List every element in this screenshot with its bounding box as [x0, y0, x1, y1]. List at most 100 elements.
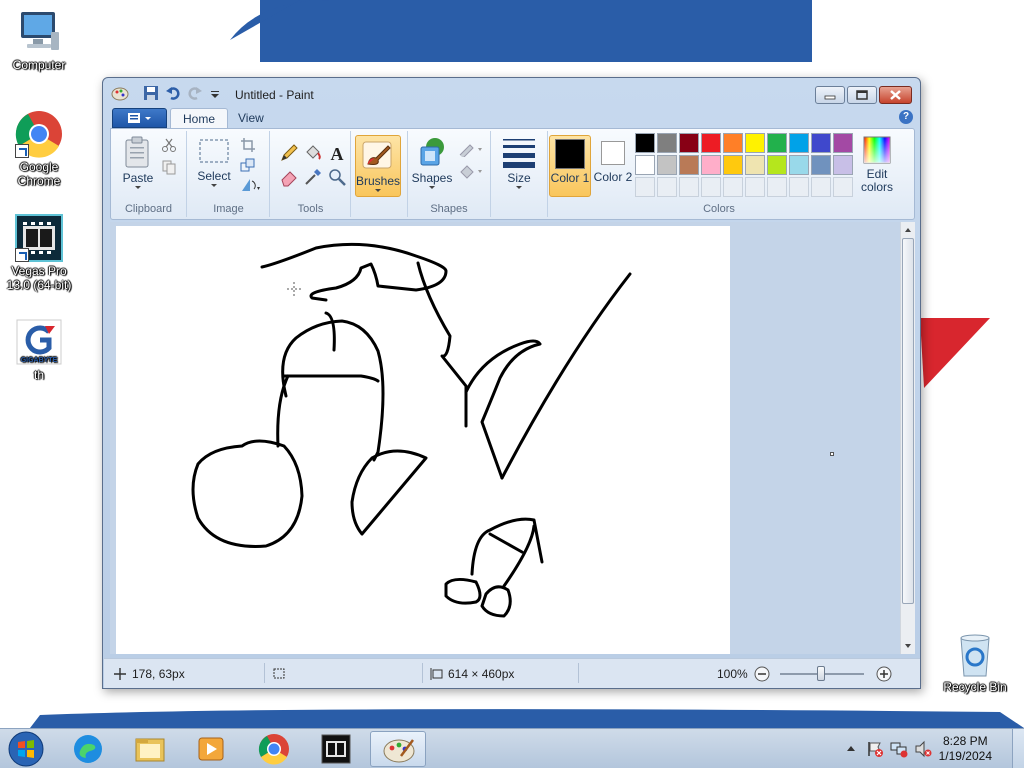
- minimize-button[interactable]: [815, 86, 845, 104]
- network-icon[interactable]: [890, 740, 908, 758]
- palette-swatch[interactable]: [745, 133, 765, 153]
- stroke-wheel: [191, 439, 304, 548]
- color-picker-icon[interactable]: [303, 167, 323, 187]
- vertical-scrollbar[interactable]: [900, 222, 915, 654]
- taskbar-edge[interactable]: [60, 731, 116, 767]
- gigabyte-logo-icon: GIGABYTE: [15, 318, 63, 366]
- paint-app-icon[interactable]: [111, 85, 131, 101]
- action-center-flag-icon[interactable]: [866, 740, 884, 758]
- palette-swatch[interactable]: [635, 177, 655, 197]
- eraser-icon[interactable]: [279, 167, 299, 187]
- palette-swatch[interactable]: [789, 133, 809, 153]
- pencil-icon[interactable]: [279, 143, 299, 163]
- crop-icon[interactable]: [240, 137, 260, 157]
- text-icon[interactable]: A: [327, 143, 347, 164]
- color2-button[interactable]: Color 2: [593, 135, 633, 197]
- palette-swatch[interactable]: [723, 133, 743, 153]
- palette-swatch[interactable]: [789, 177, 809, 197]
- palette-swatch[interactable]: [723, 155, 743, 175]
- maximize-icon: [856, 90, 868, 100]
- scroll-up-icon[interactable]: [901, 223, 915, 237]
- palette-swatch[interactable]: [789, 155, 809, 175]
- desktop-icon-google-chrome[interactable]: Google Chrome: [0, 110, 78, 188]
- palette-swatch[interactable]: [833, 155, 853, 175]
- taskbar-paint[interactable]: [370, 731, 426, 767]
- zoom-in-icon[interactable]: [876, 666, 892, 682]
- palette-swatch[interactable]: [811, 177, 831, 197]
- desktop-icon-recycle-bin[interactable]: Recycle Bin: [936, 630, 1014, 694]
- palette-swatch[interactable]: [745, 177, 765, 197]
- palette-swatch[interactable]: [701, 155, 721, 175]
- system-clock[interactable]: 8:28 PM 1/19/2024: [939, 734, 992, 764]
- save-icon[interactable]: [143, 85, 159, 101]
- taskbar-chrome[interactable]: [246, 731, 302, 767]
- help-icon[interactable]: ?: [899, 110, 913, 124]
- edit-colors-button[interactable]: Edit colors: [857, 135, 897, 194]
- tab-home[interactable]: Home: [170, 108, 229, 129]
- tray-expand-icon[interactable]: [846, 744, 856, 754]
- desktop-icon-computer[interactable]: Computer: [0, 8, 78, 72]
- undo-icon[interactable]: [165, 85, 181, 101]
- start-button[interactable]: [6, 730, 46, 768]
- stroke-helmet: [324, 311, 336, 352]
- palette-swatch[interactable]: [767, 155, 787, 175]
- palette-swatch[interactable]: [679, 155, 699, 175]
- palette-swatch[interactable]: [657, 133, 677, 153]
- palette-swatch[interactable]: [811, 133, 831, 153]
- color1-button[interactable]: Color 1: [549, 135, 591, 197]
- palette-swatch[interactable]: [701, 177, 721, 197]
- canvas-resize-handle[interactable]: [830, 452, 834, 456]
- palette-swatch[interactable]: [833, 133, 853, 153]
- palette-swatch[interactable]: [679, 177, 699, 197]
- cut-icon[interactable]: [161, 137, 181, 157]
- chevron-down-icon: [516, 186, 522, 189]
- palette-swatch[interactable]: [723, 177, 743, 197]
- show-desktop-button[interactable]: [1012, 729, 1024, 768]
- zoom-out-icon[interactable]: [754, 666, 770, 682]
- redo-icon[interactable]: [187, 85, 203, 101]
- taskbar-file-explorer[interactable]: [122, 731, 178, 767]
- palette-swatch[interactable]: [657, 177, 677, 197]
- chevron-down-icon: [211, 184, 217, 187]
- desktop-icon-th[interactable]: GIGABYTE th: [0, 318, 78, 382]
- select-button[interactable]: Select: [192, 137, 236, 187]
- palette-swatch[interactable]: [701, 133, 721, 153]
- speaker-muted-icon[interactable]: [914, 740, 932, 758]
- palette-swatch[interactable]: [767, 177, 787, 197]
- palette-swatch[interactable]: [635, 133, 655, 153]
- palette-swatch[interactable]: [679, 133, 699, 153]
- outline-icon[interactable]: [458, 141, 484, 161]
- fill-bucket-icon[interactable]: [303, 143, 323, 163]
- palette-swatch[interactable]: [767, 133, 787, 153]
- brushes-button[interactable]: Brushes: [355, 135, 401, 197]
- taskbar-vegas-pro[interactable]: [308, 731, 364, 767]
- brush-icon: [362, 141, 392, 169]
- paint-menu-button[interactable]: [112, 108, 167, 128]
- desktop-icon-vegas-pro[interactable]: Vegas Pro 13.0 (64-bit): [0, 214, 78, 292]
- tab-view[interactable]: View: [226, 108, 276, 129]
- palette-swatch[interactable]: [833, 177, 853, 197]
- taskbar-media-player[interactable]: [183, 731, 239, 767]
- scroll-thumb[interactable]: [902, 238, 914, 604]
- palette-swatch[interactable]: [657, 155, 677, 175]
- close-button[interactable]: [879, 86, 912, 104]
- palette-swatch[interactable]: [811, 155, 831, 175]
- chevron-down-icon: [429, 186, 435, 189]
- magnifier-icon[interactable]: [327, 167, 347, 187]
- customize-quick-access-icon[interactable]: [209, 85, 221, 101]
- palette-swatch[interactable]: [635, 155, 655, 175]
- window-title: Untitled - Paint: [235, 88, 314, 102]
- maximize-button[interactable]: [847, 86, 877, 104]
- resize-icon[interactable]: [240, 157, 260, 177]
- copy-icon[interactable]: [161, 159, 181, 179]
- title-bar[interactable]: Untitled - Paint: [103, 78, 920, 108]
- scroll-down-icon[interactable]: [901, 639, 915, 653]
- drawing-canvas[interactable]: [116, 226, 730, 654]
- rotate-icon[interactable]: [240, 177, 260, 197]
- size-button[interactable]: Size: [498, 135, 540, 189]
- paste-button[interactable]: Paste: [115, 135, 161, 189]
- fill-icon[interactable]: [458, 163, 484, 183]
- shapes-button[interactable]: Shapes: [410, 135, 454, 189]
- zoom-slider-thumb[interactable]: [817, 666, 825, 681]
- palette-swatch[interactable]: [745, 155, 765, 175]
